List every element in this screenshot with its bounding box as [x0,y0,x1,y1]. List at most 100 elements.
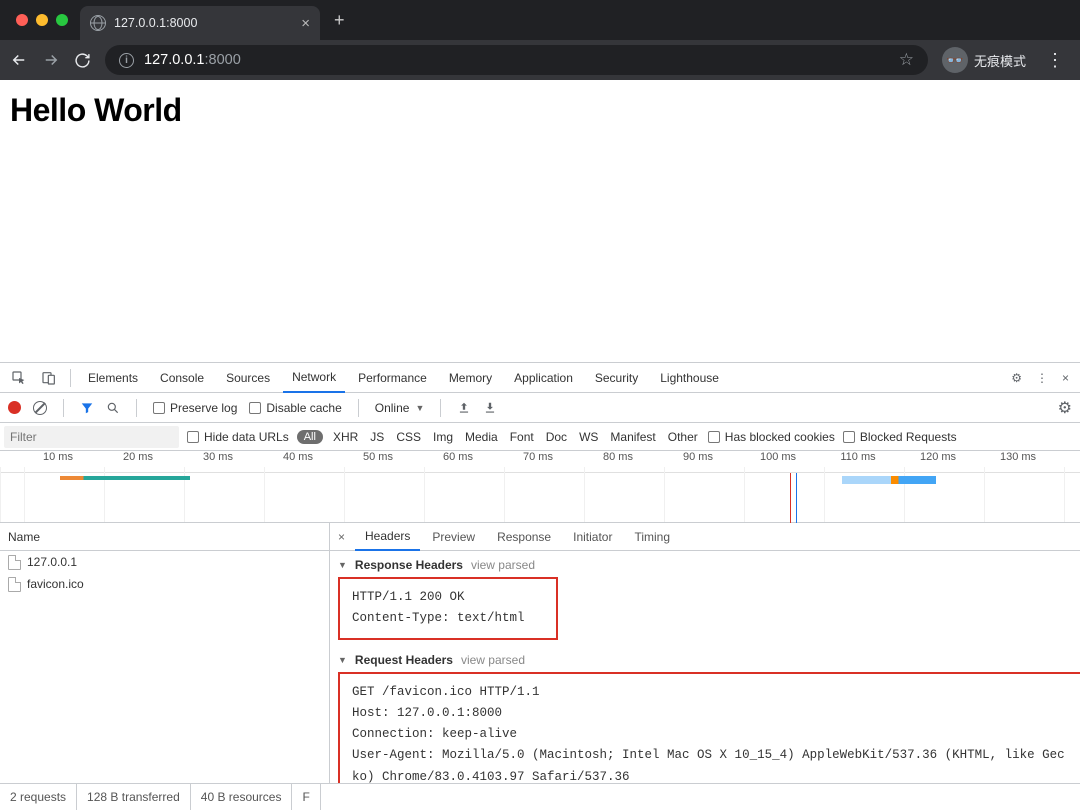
browser-toolbar: i 127.0.0.1:8000 ☆ 👓 无痕模式 ⋮ [0,40,1080,80]
timeline-ruler: 10 ms 20 ms 30 ms 40 ms 50 ms 60 ms 70 m… [0,451,1080,473]
clear-button[interactable] [33,401,47,415]
back-button[interactable] [10,51,28,69]
view-parsed-link[interactable]: view parsed [471,558,535,572]
status-extra: F [292,784,320,810]
close-tab-icon[interactable]: × [301,15,310,32]
window-controls [8,14,80,26]
tab-strip: 127.0.0.1:8000 × + [0,0,1080,40]
tab-memory[interactable]: Memory [440,363,501,393]
has-blocked-cookies-checkbox[interactable]: Has blocked cookies [708,430,835,444]
request-headers-section[interactable]: ▼ Request Headers view parsed [330,650,1080,670]
import-har-icon[interactable] [457,401,471,415]
browser-chrome: 127.0.0.1:8000 × + i 127.0.0.1:8000 ☆ 👓 … [0,0,1080,80]
network-timeline[interactable]: 10 ms 20 ms 30 ms 40 ms 50 ms 60 ms 70 m… [0,451,1080,523]
site-info-icon[interactable]: i [119,53,134,68]
preserve-log-checkbox[interactable]: Preserve log [153,401,237,415]
filter-input[interactable] [4,426,179,448]
request-row[interactable]: favicon.ico [0,573,329,595]
disable-cache-checkbox[interactable]: Disable cache [249,401,341,415]
response-headers-section[interactable]: ▼ Response Headers view parsed [330,555,1080,575]
tab-lighthouse[interactable]: Lighthouse [651,363,728,393]
status-requests: 2 requests [0,784,77,810]
filter-doc[interactable]: Doc [544,430,569,444]
document-icon [8,555,21,570]
detail-body[interactable]: ▼ Response Headers view parsed HTTP/1.1 … [330,551,1080,783]
separator [136,399,137,417]
record-button[interactable] [8,401,21,414]
tab-sources[interactable]: Sources [217,363,279,393]
minimize-window-button[interactable] [36,14,48,26]
request-detail: × Headers Preview Response Initiator Tim… [330,523,1080,783]
view-parsed-link[interactable]: view parsed [461,653,525,667]
tab-response[interactable]: Response [487,523,561,551]
separator [70,369,71,387]
tab-timing[interactable]: Timing [624,523,680,551]
response-headers-content: HTTP/1.1 200 OK Content-Type: text/html [338,577,558,640]
more-icon[interactable]: ⋮ [1031,371,1053,385]
incognito-indicator[interactable]: 👓 无痕模式 [942,47,1026,73]
filter-css[interactable]: CSS [394,430,423,444]
export-har-icon[interactable] [483,401,497,415]
inspect-icon[interactable] [6,370,32,386]
tab-console[interactable]: Console [151,363,213,393]
network-settings-icon[interactable]: ⚙ [1058,398,1072,418]
filter-js[interactable]: JS [368,430,386,444]
tab-performance[interactable]: Performance [349,363,436,393]
devtools-main-tabs: Elements Console Sources Network Perform… [0,363,1080,393]
request-row[interactable]: 127.0.0.1 [0,551,329,573]
status-resources: 40 B resources [191,784,293,810]
close-devtools-icon[interactable]: × [1057,371,1074,385]
close-detail-icon[interactable]: × [336,530,353,544]
document-icon [8,577,21,592]
filter-font[interactable]: Font [508,430,536,444]
throttle-select[interactable]: Online▼ [375,401,425,415]
tab-initiator[interactable]: Initiator [563,523,622,551]
tab-preview[interactable]: Preview [422,523,485,551]
timeline-bar [842,476,936,484]
filter-manifest[interactable]: Manifest [608,430,657,444]
status-transferred: 128 B transferred [77,784,191,810]
tab-security[interactable]: Security [586,363,647,393]
filter-img[interactable]: Img [431,430,455,444]
tab-elements[interactable]: Elements [79,363,147,393]
url-text: 127.0.0.1:8000 [144,52,241,68]
tab-application[interactable]: Application [505,363,582,393]
forward-button[interactable] [42,51,60,69]
network-body: Name 127.0.0.1 favicon.ico × Headers Pre… [0,523,1080,784]
collapse-icon: ▼ [338,655,347,665]
reload-button[interactable] [74,52,91,69]
request-list-header[interactable]: Name [0,523,329,551]
filter-bar: Hide data URLs All XHR JS CSS Img Media … [0,423,1080,451]
new-tab-button[interactable]: + [320,10,359,31]
filter-media[interactable]: Media [463,430,500,444]
filter-ws[interactable]: WS [577,430,600,444]
incognito-icon: 👓 [942,47,968,73]
page-heading: Hello World [10,92,1070,129]
browser-menu-button[interactable]: ⋮ [1040,50,1070,71]
tab-headers[interactable]: Headers [355,523,420,551]
separator [358,399,359,417]
address-bar[interactable]: i 127.0.0.1:8000 ☆ [105,45,928,75]
network-toolbar: Preserve log Disable cache Online▼ ⚙ [0,393,1080,423]
separator [440,399,441,417]
close-window-button[interactable] [16,14,28,26]
filter-other[interactable]: Other [666,430,700,444]
settings-icon[interactable]: ⚙ [1006,371,1027,385]
browser-tab[interactable]: 127.0.0.1:8000 × [80,6,320,40]
globe-icon [90,15,106,31]
device-toggle-icon[interactable] [36,370,62,386]
filter-icon[interactable] [80,401,94,415]
tab-network[interactable]: Network [283,363,345,393]
bookmark-icon[interactable]: ☆ [899,50,914,70]
maximize-window-button[interactable] [56,14,68,26]
search-icon[interactable] [106,401,120,415]
blocked-requests-checkbox[interactable]: Blocked Requests [843,430,957,444]
timeline-bar [60,476,190,480]
domcontentloaded-line [790,473,791,523]
hide-data-urls-checkbox[interactable]: Hide data URLs [187,430,289,444]
filter-xhr[interactable]: XHR [331,430,360,444]
network-status-bar: 2 requests 128 B transferred 40 B resour… [0,784,1080,810]
devtools-panel: Elements Console Sources Network Perform… [0,362,1080,810]
detail-tabs: × Headers Preview Response Initiator Tim… [330,523,1080,551]
filter-all[interactable]: All [297,430,323,444]
